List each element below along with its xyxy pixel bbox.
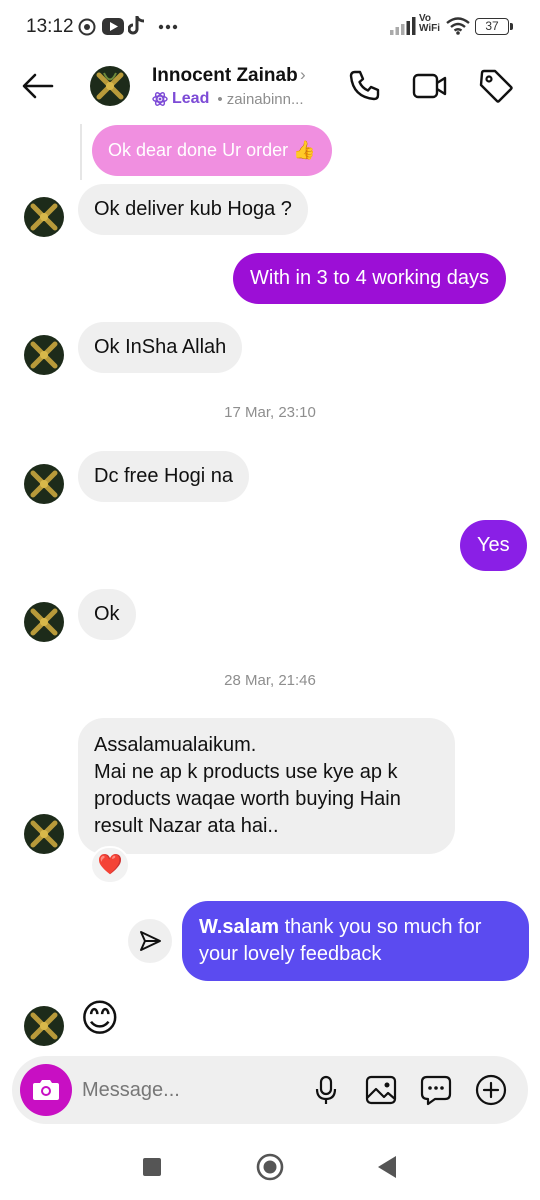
- sender-avatar[interactable]: [24, 814, 64, 854]
- share-button[interactable]: [128, 919, 172, 963]
- microphone-icon[interactable]: [309, 1073, 343, 1107]
- avatar-image: [90, 66, 130, 106]
- chevron-right-icon[interactable]: ›: [300, 65, 306, 85]
- plus-circle-icon[interactable]: [474, 1073, 508, 1107]
- back-arrow-icon[interactable]: [18, 68, 58, 104]
- outgoing-message[interactable]: With in 3 to 4 working days: [233, 253, 506, 304]
- more-notifications-icon: [158, 24, 178, 30]
- recent-apps-icon[interactable]: [135, 1150, 169, 1184]
- back-nav-icon[interactable]: [370, 1150, 404, 1184]
- tiktok-icon: [128, 16, 145, 35]
- lead-label[interactable]: Lead: [172, 90, 209, 108]
- chat-bubble-icon[interactable]: [419, 1073, 453, 1107]
- video-camera-icon[interactable]: [410, 66, 450, 106]
- message-input[interactable]: [82, 1070, 302, 1110]
- camera-icon: [33, 1080, 59, 1100]
- contact-username: • zainabinn...: [217, 90, 304, 108]
- signal-icon: [390, 17, 416, 35]
- home-icon[interactable]: [253, 1150, 287, 1184]
- incoming-message[interactable]: Ok InSha Allah: [78, 322, 243, 373]
- vowifi-indicator: Vo WiFi: [419, 13, 441, 34]
- battery-cap: [510, 23, 513, 30]
- status-time: 13:12: [26, 16, 74, 37]
- image-gallery-icon[interactable]: [364, 1073, 398, 1107]
- message-bold-text: W.salam: [199, 916, 280, 938]
- avatar-image: [24, 1006, 64, 1046]
- message-composer: [12, 1056, 528, 1124]
- wifi-icon: [446, 17, 470, 35]
- sender-avatar[interactable]: [24, 1006, 64, 1046]
- chrome-icon: [78, 18, 96, 36]
- sender-avatar[interactable]: [24, 335, 64, 375]
- phone-icon[interactable]: [344, 66, 384, 106]
- battery-indicator: 37: [475, 18, 509, 35]
- message-timestamp: 28 Mar, 21:46: [224, 672, 316, 689]
- send-icon: [140, 931, 161, 951]
- avatar-image: [24, 197, 64, 237]
- incoming-message[interactable]: Dc free Hogi na: [78, 451, 249, 502]
- contact-avatar[interactable]: [90, 66, 130, 106]
- lead-icon: [152, 92, 168, 106]
- avatar-image: [24, 814, 64, 854]
- message-text: your lovely feedback: [199, 943, 382, 965]
- avatar-image: [24, 464, 64, 504]
- avatar-image: [24, 335, 64, 375]
- status-bar: 13:12 Vo WiFi 37: [0, 0, 540, 52]
- sender-avatar[interactable]: [24, 602, 64, 642]
- replied-message-preview[interactable]: Ok dear done Ur order 👍: [92, 125, 332, 176]
- incoming-message[interactable]: Ok: [78, 589, 136, 640]
- heart-reaction[interactable]: ❤️: [90, 846, 130, 884]
- incoming-message[interactable]: Ok deliver kub Hoga ?: [78, 184, 308, 235]
- message-line: products waqae worth buying Hain: [94, 788, 401, 810]
- youtube-icon: [102, 18, 124, 35]
- reply-indicator-line: [80, 124, 82, 180]
- message-text: thank you so much for: [279, 916, 482, 938]
- contact-name[interactable]: Innocent Zainab: [152, 65, 298, 87]
- message-timestamp: 17 Mar, 23:10: [224, 404, 316, 421]
- message-line: result Nazar ata hai..: [94, 815, 279, 837]
- emoji-message[interactable]: 😊: [80, 996, 120, 1042]
- sender-avatar[interactable]: [24, 197, 64, 237]
- incoming-message-multiline[interactable]: Assalamualaikum. Mai ne ap k products us…: [78, 718, 455, 854]
- outgoing-message[interactable]: Yes: [460, 520, 527, 571]
- message-line: Mai ne ap k products use kye ap k: [94, 761, 398, 783]
- sender-avatar[interactable]: [24, 464, 64, 504]
- outgoing-message-multiline[interactable]: W.salam thank you so much for your lovel…: [182, 901, 529, 981]
- chat-header: Innocent Zainab › Lead • zainabinn...: [0, 52, 540, 120]
- lead-row: Lead • zainabinn...: [152, 90, 303, 108]
- camera-button[interactable]: [20, 1064, 72, 1116]
- tag-icon[interactable]: [476, 66, 516, 106]
- message-line: Assalamualaikum.: [94, 734, 257, 756]
- avatar-image: [24, 602, 64, 642]
